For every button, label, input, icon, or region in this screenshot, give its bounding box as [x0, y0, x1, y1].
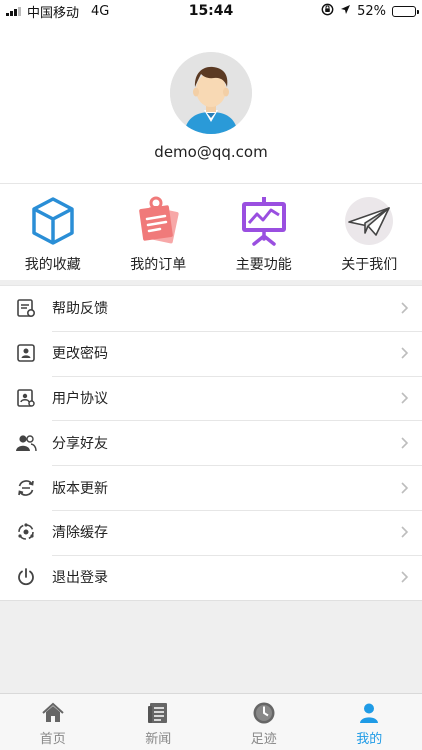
clock-icon	[251, 700, 277, 726]
settings-menu: 帮助反馈 更改密码 用户协议 分享好友 版本更新 清除缓存 退出登录	[0, 285, 422, 601]
menu-label: 清除缓存	[52, 525, 108, 542]
profile-header: demo@qq.com	[0, 22, 422, 184]
menu-label: 用户协议	[52, 390, 108, 407]
menu-item-user-agreement[interactable]: 用户协议	[0, 375, 422, 421]
quick-action-favorites[interactable]: 我的收藏	[0, 184, 106, 280]
paper-plane-icon	[341, 193, 397, 249]
chevron-right-icon	[386, 346, 422, 360]
quick-action-features[interactable]: 主要功能	[211, 184, 317, 280]
tab-label: 首页	[39, 732, 66, 747]
tab-news[interactable]: 新闻	[106, 694, 212, 750]
user-email: demo@qq.com	[154, 143, 268, 161]
status-bar: 中国移动 4G 15:44 52%	[0, 0, 422, 22]
menu-label: 帮助反馈	[52, 301, 108, 318]
tab-footprints[interactable]: 足迹	[211, 694, 317, 750]
update-icon	[0, 465, 52, 510]
chevron-right-icon	[386, 481, 422, 495]
menu-label: 更改密码	[52, 346, 108, 363]
chevron-right-icon	[386, 525, 422, 539]
presentation-chart-icon	[236, 193, 292, 249]
quick-action-about[interactable]: 关于我们	[317, 184, 422, 280]
share-friends-icon	[0, 420, 52, 465]
tab-label: 足迹	[250, 732, 277, 747]
menu-item-help-feedback[interactable]: 帮助反馈	[0, 286, 422, 331]
bottom-tab-bar: 首页 新闻 足迹 我的	[0, 693, 422, 750]
signal-strength-icon	[6, 6, 21, 16]
quick-action-label: 关于我们	[341, 257, 398, 273]
menu-label: 退出登录	[52, 570, 108, 587]
menu-label: 版本更新	[52, 480, 108, 497]
quick-action-orders[interactable]: 我的订单	[106, 184, 212, 280]
menu-item-change-password[interactable]: 更改密码	[0, 330, 422, 376]
tab-label: 新闻	[145, 732, 172, 747]
feedback-icon	[0, 286, 52, 331]
network-label: 4G	[91, 3, 110, 19]
quick-action-label: 我的收藏	[24, 257, 81, 273]
password-icon	[0, 331, 52, 376]
rotation-lock-icon	[321, 3, 334, 20]
quick-action-label: 我的订单	[130, 257, 187, 273]
battery-percent: 52%	[357, 3, 386, 19]
tab-label: 我的	[356, 732, 383, 747]
power-icon	[0, 555, 52, 600]
chevron-right-icon	[386, 391, 422, 405]
chevron-right-icon	[386, 570, 422, 584]
menu-item-version-update[interactable]: 版本更新	[0, 465, 422, 510]
menu-label: 分享好友	[52, 435, 108, 452]
chevron-right-icon	[386, 301, 422, 315]
user-avatar-icon[interactable]	[170, 52, 252, 134]
quick-actions: 我的收藏 我的订单 主要功能 关于我们	[0, 184, 422, 280]
carrier-label: 中国移动	[27, 5, 80, 21]
location-arrow-icon	[340, 4, 351, 19]
tab-home[interactable]: 首页	[0, 694, 106, 750]
menu-item-share-friends[interactable]: 分享好友	[0, 420, 422, 465]
menu-item-clear-cache[interactable]: 清除缓存	[0, 509, 422, 555]
cube-icon	[25, 193, 81, 249]
clear-cache-icon	[0, 510, 52, 555]
battery-icon	[392, 5, 419, 17]
menu-item-logout[interactable]: 退出登录	[0, 554, 422, 600]
agreement-icon	[0, 376, 52, 421]
order-notes-icon	[130, 193, 186, 249]
quick-action-label: 主要功能	[235, 257, 292, 273]
home-icon	[40, 700, 66, 726]
chevron-right-icon	[386, 436, 422, 450]
tab-mine[interactable]: 我的	[317, 694, 422, 750]
news-icon	[145, 700, 171, 726]
user-icon	[356, 700, 382, 726]
